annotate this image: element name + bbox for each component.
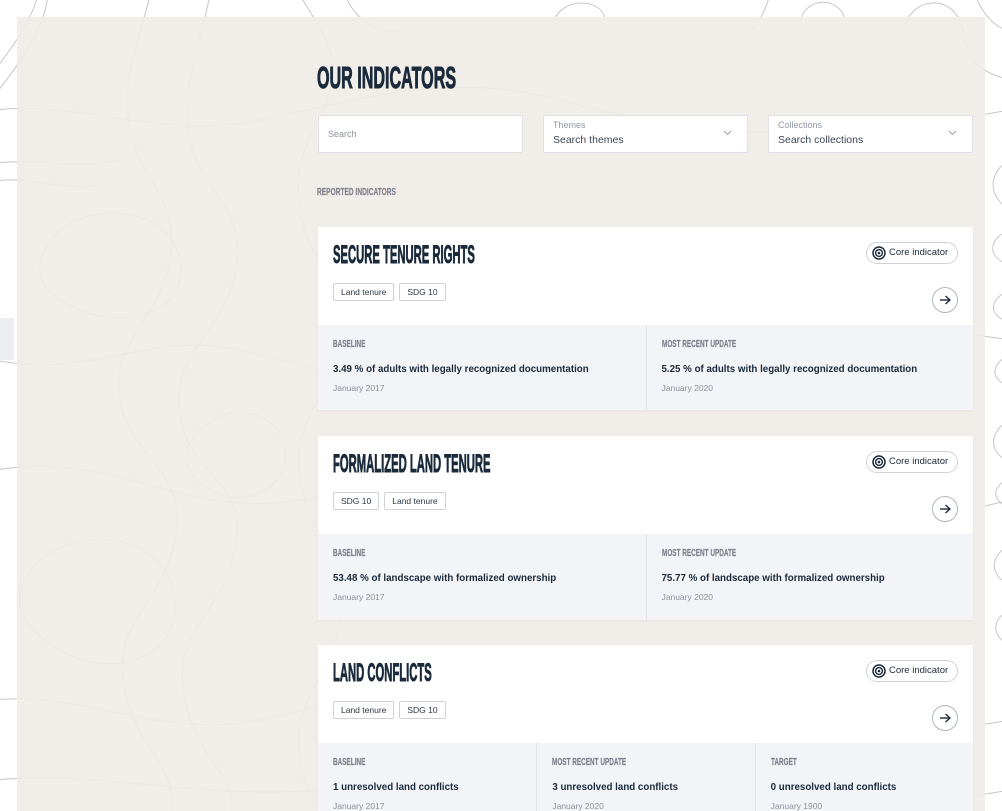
stat-value: 1 unresolved land conflicts bbox=[333, 782, 459, 793]
arrow-right-icon bbox=[940, 713, 951, 723]
badge-label: Core indicator bbox=[889, 247, 949, 258]
core-indicator-badge: Core indicator bbox=[866, 451, 958, 473]
tag-list: Land tenure SDG 10 bbox=[333, 701, 446, 719]
stat-label: MOST RECENT UPDATE bbox=[552, 757, 627, 768]
stat-date: January 2017 bbox=[333, 801, 385, 811]
tag: SDG 10 bbox=[399, 701, 446, 719]
stat-value: 5.25 % of adults with legally recognized… bbox=[661, 364, 918, 375]
stat-value: 53.48 % of landscape with formalized own… bbox=[333, 573, 557, 584]
indicator-card: SECURE TENURE RIGHTS Core indicator Land… bbox=[318, 227, 973, 410]
side-panel-handle[interactable] bbox=[0, 318, 14, 360]
target-icon bbox=[872, 664, 886, 678]
stat-label: TARGET bbox=[770, 757, 797, 768]
themes-select[interactable]: Themes Search themes bbox=[543, 115, 748, 153]
stat-date: January 2020 bbox=[661, 383, 714, 393]
arrow-right-icon bbox=[940, 295, 951, 305]
stat-label: BASELINE bbox=[333, 757, 366, 768]
core-indicator-badge: Core indicator bbox=[866, 242, 958, 264]
search-input[interactable] bbox=[319, 116, 522, 152]
indicator-title: SECURE TENURE RIGHTS bbox=[333, 241, 475, 269]
stat-value: 75.77 % of landscape with formalized own… bbox=[661, 573, 885, 584]
tag: SDG 10 bbox=[399, 283, 446, 301]
collections-select[interactable]: Collections Search collections bbox=[768, 115, 973, 153]
indicators-main: OUR INDICATORS Themes Search themes Coll… bbox=[317, 0, 973, 811]
stat-baseline: BASELINE 1 unresolved land conflicts Jan… bbox=[318, 743, 536, 811]
open-indicator-button[interactable] bbox=[932, 496, 958, 522]
indicator-card: FORMALIZED LAND TENURE Core indicator SD… bbox=[318, 436, 973, 620]
section-label: REPORTED INDICATORS bbox=[317, 187, 396, 198]
target-icon bbox=[872, 246, 886, 260]
open-indicator-button[interactable] bbox=[932, 705, 958, 731]
stat-label: BASELINE bbox=[333, 548, 366, 559]
collections-label: Collections bbox=[778, 120, 823, 130]
chevron-down-icon bbox=[723, 130, 732, 136]
themes-label: Themes bbox=[553, 120, 586, 130]
open-indicator-button[interactable] bbox=[932, 287, 958, 313]
stat-date: January 2017 bbox=[333, 592, 385, 602]
indicator-title: LAND CONFLICTS bbox=[333, 659, 432, 687]
tag: SDG 10 bbox=[333, 492, 380, 510]
indicator-title: FORMALIZED LAND TENURE bbox=[333, 450, 491, 478]
stat-most-recent-update: MOST RECENT UPDATE 3 unresolved land con… bbox=[536, 743, 754, 811]
collections-value: Search collections bbox=[778, 134, 864, 146]
chevron-down-icon bbox=[948, 130, 957, 136]
page-title: OUR INDICATORS bbox=[317, 60, 457, 95]
stat-baseline: BASELINE 53.48 % of landscape with forma… bbox=[318, 534, 646, 620]
stat-label: MOST RECENT UPDATE bbox=[661, 339, 736, 350]
badge-label: Core indicator bbox=[889, 456, 949, 467]
stat-value: 3 unresolved land conflicts bbox=[552, 782, 679, 793]
indicator-card: LAND CONFLICTS Core indicator Land tenur… bbox=[318, 645, 973, 811]
indicator-stats: BASELINE 53.48 % of landscape with forma… bbox=[318, 534, 973, 620]
tag: Land tenure bbox=[384, 492, 446, 510]
filters-bar: Themes Search themes Collections Search … bbox=[318, 115, 973, 153]
stat-date: January 1900 bbox=[770, 801, 823, 811]
target-icon bbox=[872, 455, 886, 469]
stat-baseline: BASELINE 3.49 % of adults with legally r… bbox=[318, 325, 646, 410]
stat-value: 0 unresolved land conflicts bbox=[770, 782, 897, 793]
stat-most-recent-update: MOST RECENT UPDATE 5.25 % of adults with… bbox=[645, 325, 974, 410]
stat-date: January 2020 bbox=[661, 592, 714, 602]
stat-label: MOST RECENT UPDATE bbox=[661, 548, 736, 559]
stat-target: TARGET 0 unresolved land conflicts Janua… bbox=[754, 743, 973, 811]
stat-date: January 2020 bbox=[552, 801, 604, 811]
stat-label: BASELINE bbox=[333, 339, 366, 350]
themes-value: Search themes bbox=[553, 134, 624, 146]
tag: Land tenure bbox=[333, 701, 395, 719]
arrow-right-icon bbox=[940, 504, 951, 514]
stat-value: 3.49 % of adults with legally recognized… bbox=[333, 364, 589, 375]
tag-list: SDG 10 Land tenure bbox=[333, 492, 446, 510]
tag: Land tenure bbox=[333, 283, 395, 301]
badge-label: Core indicator bbox=[889, 665, 949, 676]
stat-date: January 2017 bbox=[333, 383, 385, 393]
stat-most-recent-update: MOST RECENT UPDATE 75.77 % of landscape … bbox=[645, 534, 974, 620]
tag-list: Land tenure SDG 10 bbox=[333, 283, 446, 301]
search-field bbox=[318, 115, 523, 153]
core-indicator-badge: Core indicator bbox=[866, 660, 958, 682]
indicator-stats: BASELINE 3.49 % of adults with legally r… bbox=[318, 325, 973, 410]
indicator-stats: BASELINE 1 unresolved land conflicts Jan… bbox=[318, 743, 973, 811]
